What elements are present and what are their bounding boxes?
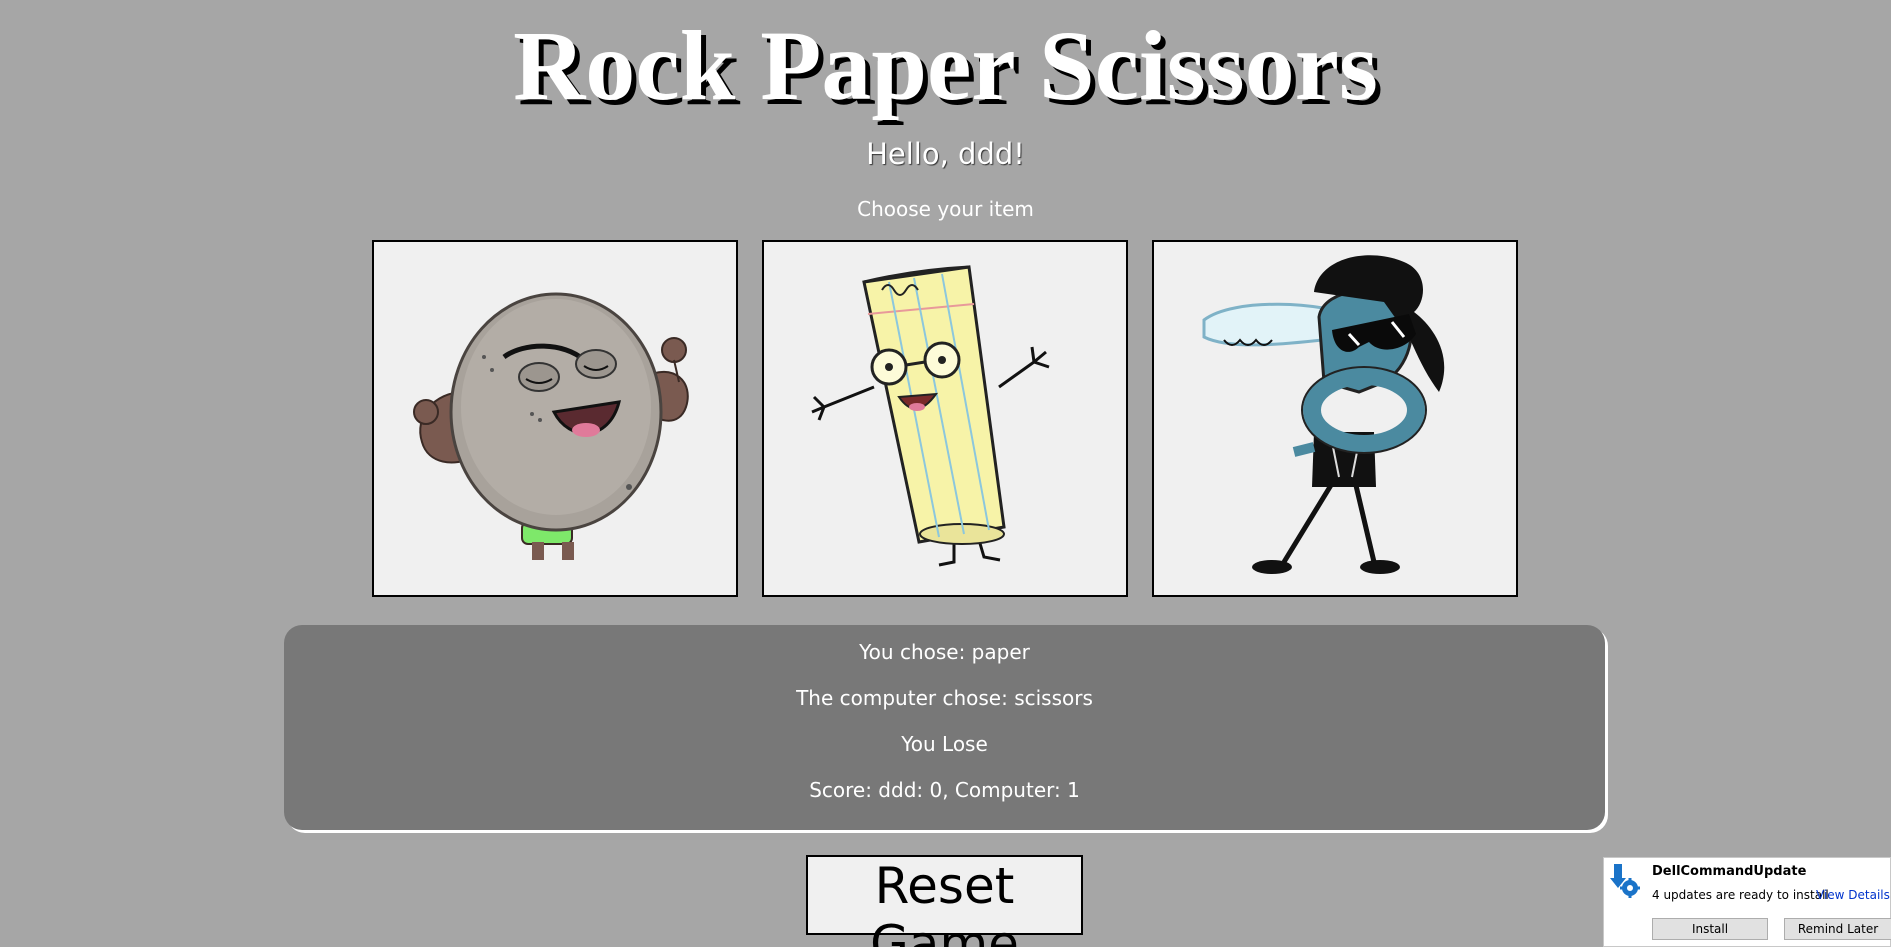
greeting-text: Hello, ddd! xyxy=(866,137,1025,171)
notification-app-name: DellCommandUpdate xyxy=(1652,864,1807,879)
rock-character-icon xyxy=(413,292,689,560)
install-button[interactable]: Install xyxy=(1652,918,1768,940)
game-page: Rock Paper Scissors Hello, ddd! Choose y… xyxy=(0,0,1891,947)
dell-update-icon xyxy=(1610,864,1640,898)
score-text: Score: ddd: 0, Computer: 1 xyxy=(809,778,1080,802)
choice-scissors-card[interactable] xyxy=(1152,240,1518,597)
player-choice-text: You chose: paper xyxy=(859,640,1030,664)
scissors-character-icon xyxy=(1202,255,1445,574)
notification-message: 4 updates are ready to install xyxy=(1652,888,1829,902)
computer-choice-text: The computer chose: scissors xyxy=(796,686,1093,710)
result-panel: You chose: paper The computer chose: sci… xyxy=(284,625,1605,830)
choose-prompt: Choose your item xyxy=(857,197,1034,221)
update-notification: DellCommandUpdate 4 updates are ready to… xyxy=(1603,857,1891,947)
outcome-text: You Lose xyxy=(901,732,988,756)
view-details-link[interactable]: View Details xyxy=(1816,888,1890,902)
paper-character-icon xyxy=(811,265,1050,567)
remind-later-button[interactable]: Remind Later xyxy=(1784,918,1891,940)
choice-paper-card[interactable] xyxy=(762,240,1128,597)
page-title: Rock Paper Scissors xyxy=(513,10,1378,121)
choice-rock-card[interactable] xyxy=(372,240,738,597)
reset-game-button[interactable]: Reset Game xyxy=(806,855,1083,947)
